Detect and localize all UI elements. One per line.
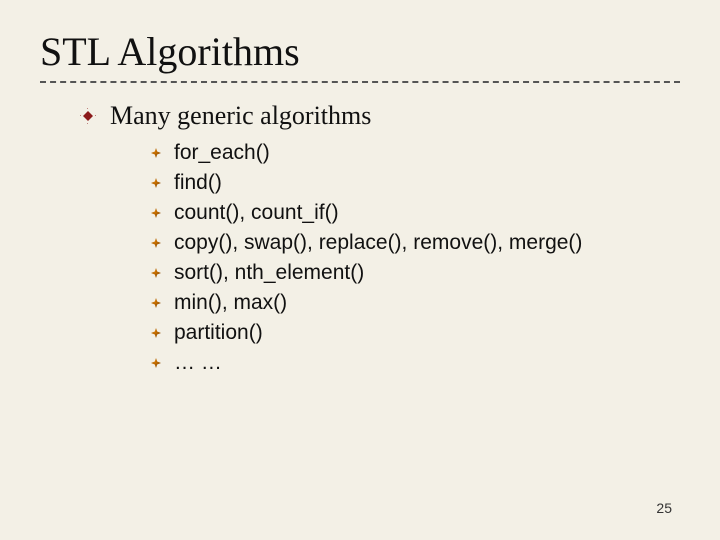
diamond-bullet-icon <box>80 108 96 124</box>
star-bullet-icon <box>150 267 162 279</box>
list-item-text: copy(), swap(), replace(), remove(), mer… <box>174 231 582 255</box>
star-bullet-icon <box>150 147 162 159</box>
page-number: 25 <box>656 500 672 516</box>
list-item-text: … … <box>174 351 222 375</box>
title-divider <box>40 81 680 83</box>
star-bullet-icon <box>150 237 162 249</box>
list-item: for_each() <box>150 141 680 165</box>
star-bullet-icon <box>150 357 162 369</box>
list-item-text: sort(), nth_element() <box>174 261 364 285</box>
list-item: sort(), nth_element() <box>150 261 680 285</box>
list-item: min(), max() <box>150 291 680 315</box>
star-bullet-icon <box>150 327 162 339</box>
list-item-text: find() <box>174 171 222 195</box>
list-item: find() <box>150 171 680 195</box>
list-item-text: count(), count_if() <box>174 201 339 225</box>
slide-title: STL Algorithms <box>40 28 680 75</box>
subtitle-text: Many generic algorithms <box>110 101 371 131</box>
list-item: copy(), swap(), replace(), remove(), mer… <box>150 231 680 255</box>
list-item: … … <box>150 351 680 375</box>
list-item: count(), count_if() <box>150 201 680 225</box>
list-item: partition() <box>150 321 680 345</box>
list-item-text: partition() <box>174 321 263 345</box>
star-bullet-icon <box>150 207 162 219</box>
star-bullet-icon <box>150 297 162 309</box>
star-bullet-icon <box>150 177 162 189</box>
list-item-text: for_each() <box>174 141 270 165</box>
list-item-text: min(), max() <box>174 291 287 315</box>
slide: STL Algorithms Many generic algorithms f… <box>0 0 720 540</box>
subtitle-row: Many generic algorithms <box>80 101 680 131</box>
